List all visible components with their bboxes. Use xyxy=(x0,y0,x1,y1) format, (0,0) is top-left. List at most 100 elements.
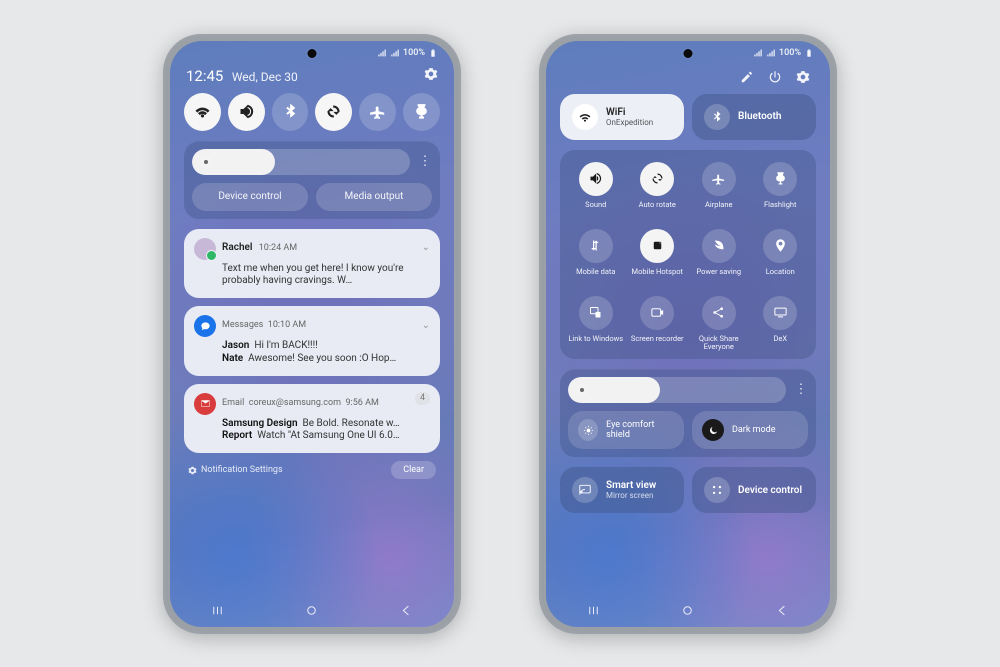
nav-recents[interactable] xyxy=(586,603,601,621)
app-name: Email xyxy=(222,398,244,408)
notif-time: 10:10 AM xyxy=(268,320,306,330)
tile-label: Quick Share Everyone xyxy=(691,335,747,352)
email-from: coreux@samsung.com xyxy=(249,398,341,408)
qs-wifi[interactable] xyxy=(184,93,221,131)
notification-card[interactable]: Rachel 10:24 AM ⌄ Text me when you get h… xyxy=(184,229,440,299)
nav-home[interactable] xyxy=(680,603,695,621)
tile-label: Auto rotate xyxy=(639,201,676,217)
more-icon[interactable]: ⋮ xyxy=(794,384,808,396)
screen-left: 100% 12:45 Wed, Dec 30 ⋮ xyxy=(170,41,454,627)
signal-icon xyxy=(766,48,776,58)
stack-count: 4 xyxy=(415,392,430,406)
eye-comfort-icon xyxy=(578,419,598,441)
tile-label: Location xyxy=(766,268,795,284)
hotspot-icon xyxy=(640,229,674,263)
tile-label: DeX xyxy=(773,335,787,351)
qs-sound[interactable] xyxy=(228,93,265,131)
tile-rotate[interactable]: Auto rotate xyxy=(630,162,686,217)
notif-body-text: Text me when you get here! I know you're… xyxy=(222,263,430,289)
sound-icon xyxy=(579,162,613,196)
signal-icon xyxy=(753,48,763,58)
recorder-icon xyxy=(640,296,674,330)
chevron-down-icon[interactable]: ⌄ xyxy=(422,242,430,255)
camera-punch-hole xyxy=(308,49,317,58)
battery-icon xyxy=(428,48,438,58)
tile-label: Mobile Hotspot xyxy=(632,268,683,284)
brightness-slider[interactable] xyxy=(568,377,786,403)
airplane-icon xyxy=(702,162,736,196)
sun-icon xyxy=(576,384,588,396)
nav-home[interactable] xyxy=(304,603,319,621)
tile-hotspot[interactable]: Mobile Hotspot xyxy=(630,229,686,284)
signal-icon xyxy=(390,48,400,58)
tile-airplane[interactable]: Airplane xyxy=(691,162,747,217)
tile-sound[interactable]: Sound xyxy=(568,162,624,217)
share-icon xyxy=(702,296,736,330)
power-icon xyxy=(702,229,736,263)
avatar xyxy=(194,238,216,260)
more-icon[interactable]: ⋮ xyxy=(418,156,432,168)
tile-share[interactable]: Quick Share Everyone xyxy=(691,296,747,352)
datetime-row: 12:45 Wed, Dec 30 xyxy=(186,67,438,85)
power-icon[interactable] xyxy=(768,70,782,84)
camera-punch-hole xyxy=(684,49,693,58)
battery-text: 100% xyxy=(779,48,801,58)
notif-time: 10:24 AM xyxy=(259,243,297,253)
tile-label: Sound xyxy=(585,201,606,217)
media-output-pill[interactable]: Media output xyxy=(316,183,432,211)
notification-card[interactable]: Messages 10:10 AM ⌄ Jason Hi I'm BACK!!!… xyxy=(184,306,440,376)
edit-icon[interactable] xyxy=(740,70,754,84)
notification-settings-link[interactable]: Notification Settings xyxy=(188,465,283,475)
clock-date: Wed, Dec 30 xyxy=(232,70,298,84)
tile-dex[interactable]: DeX xyxy=(753,296,809,352)
settings-icon[interactable] xyxy=(424,67,438,81)
brightness-slider[interactable] xyxy=(192,149,410,175)
cast-icon xyxy=(572,477,598,503)
smart-view-tile[interactable]: Smart view Mirror screen xyxy=(560,467,684,513)
tile-recorder[interactable]: Screen recorder xyxy=(630,296,686,352)
moon-icon xyxy=(702,419,724,441)
grid-icon xyxy=(704,477,730,503)
qs-rotate[interactable] xyxy=(315,93,352,131)
qs-flashlight[interactable] xyxy=(403,93,440,131)
tile-link[interactable]: Link to Windows xyxy=(568,296,624,352)
screen-right: 100% WiFi OnExpedition Bluet xyxy=(546,41,830,627)
notification-card[interactable]: 4 Email coreux@samsung.com 9:56 AM Samsu… xyxy=(184,384,440,454)
tile-power[interactable]: Power saving xyxy=(691,229,747,284)
brightness-panel: ⋮ Device control Media output xyxy=(184,141,440,219)
email-app-icon xyxy=(194,393,216,415)
settings-icon[interactable] xyxy=(796,70,810,84)
bluetooth-icon xyxy=(704,104,730,130)
messages-app-icon xyxy=(194,315,216,337)
nav-back[interactable] xyxy=(399,603,414,621)
signal-icon xyxy=(377,48,387,58)
flashlight-icon xyxy=(763,162,797,196)
data-icon xyxy=(579,229,613,263)
bluetooth-tile[interactable]: Bluetooth xyxy=(692,94,816,140)
wifi-tile[interactable]: WiFi OnExpedition xyxy=(560,94,684,140)
clear-button[interactable]: Clear xyxy=(391,461,436,479)
tile-data[interactable]: Mobile data xyxy=(568,229,624,284)
gear-icon xyxy=(188,466,197,475)
battery-icon xyxy=(804,48,814,58)
nav-recents[interactable] xyxy=(210,603,225,621)
quick-settings-grid: Sound Auto rotate AirplaneFlashlight Mobile… xyxy=(560,150,816,360)
device-control-tile[interactable]: Device control xyxy=(692,467,816,513)
flashlight-icon xyxy=(413,103,430,120)
tile-label: Mobile data xyxy=(576,268,615,284)
qs-airplane[interactable] xyxy=(359,93,396,131)
qs-bluetooth[interactable] xyxy=(272,93,309,131)
nav-back[interactable] xyxy=(775,603,790,621)
tile-location[interactable]: Location xyxy=(753,229,809,284)
battery-text: 100% xyxy=(403,48,425,58)
eye-comfort-toggle[interactable]: Eye comfort shield xyxy=(568,411,684,449)
link-icon xyxy=(579,296,613,330)
dark-mode-toggle[interactable]: Dark mode xyxy=(692,411,808,449)
clock-time: 12:45 xyxy=(186,67,223,85)
notif-time: 9:56 AM xyxy=(345,398,378,408)
sender-name: Rachel xyxy=(222,242,253,253)
device-control-pill[interactable]: Device control xyxy=(192,183,308,211)
sound-icon xyxy=(238,103,255,120)
chevron-down-icon[interactable]: ⌄ xyxy=(422,320,430,333)
tile-flashlight[interactable]: Flashlight xyxy=(753,162,809,217)
